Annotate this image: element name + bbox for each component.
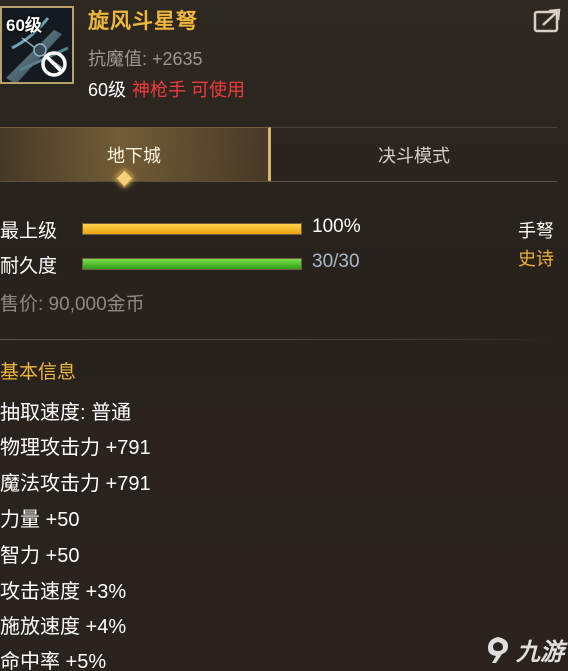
sell-price: 售价: 90,000金币 <box>0 294 145 315</box>
item-icon-frame[interactable]: 60级 <box>0 6 74 84</box>
info-line: 物理攻击力 +791 <box>0 437 151 459</box>
info-line: 力量 +50 <box>0 509 80 531</box>
anti-magic-value: 抗魔值: +2635 <box>88 49 203 69</box>
requirement-line: 60级 神枪手 可使用 <box>88 76 245 102</box>
required-class: 神枪手 可使用 <box>132 80 246 100</box>
grade-bar-fill <box>83 224 301 234</box>
share-icon[interactable] <box>533 8 563 34</box>
watermark-text: 九游 <box>516 639 564 666</box>
jiuyou-watermark: 九游 <box>484 632 564 667</box>
required-level: 60级 <box>88 80 127 100</box>
basic-info-title: 基本信息 <box>0 362 77 383</box>
mode-tabs: 地下城 决斗模式 <box>0 127 557 182</box>
info-line: 魔法攻击力 +791 <box>0 473 151 495</box>
weapon-type: 手弩 <box>518 221 554 241</box>
grade-label: 最上级 <box>0 221 58 242</box>
rarity-label: 史诗 <box>518 249 554 269</box>
no-entry-icon <box>41 51 67 77</box>
jiuyou-logo-icon <box>488 636 508 663</box>
durability-bar <box>82 258 302 270</box>
info-line: 施放速度 +4% <box>0 616 127 638</box>
item-level-tag: 60级 <box>6 16 42 35</box>
durability-bar-fill <box>83 259 301 269</box>
durability-label: 耐久度 <box>0 256 58 277</box>
info-line: 攻击速度 +3% <box>0 581 127 603</box>
grade-bar <box>82 223 302 235</box>
item-tooltip-panel: 60级 旋风斗星弩 抗魔值: +2635 60级 神枪手 可使用 地下城 决斗模式… <box>0 0 568 671</box>
tab-duel-mode[interactable]: 决斗模式 <box>271 127 557 181</box>
info-line: 命中率 +5% <box>0 651 107 671</box>
info-line: 智力 +50 <box>0 545 80 567</box>
info-line: 抽取速度: 普通 <box>0 402 132 424</box>
durability-value: 30/30 <box>312 251 360 272</box>
section-divider <box>0 339 557 340</box>
item-name: 旋风斗星弩 <box>88 10 198 33</box>
tab-dungeon[interactable]: 地下城 <box>0 127 271 181</box>
grade-value: 100% <box>312 216 361 237</box>
